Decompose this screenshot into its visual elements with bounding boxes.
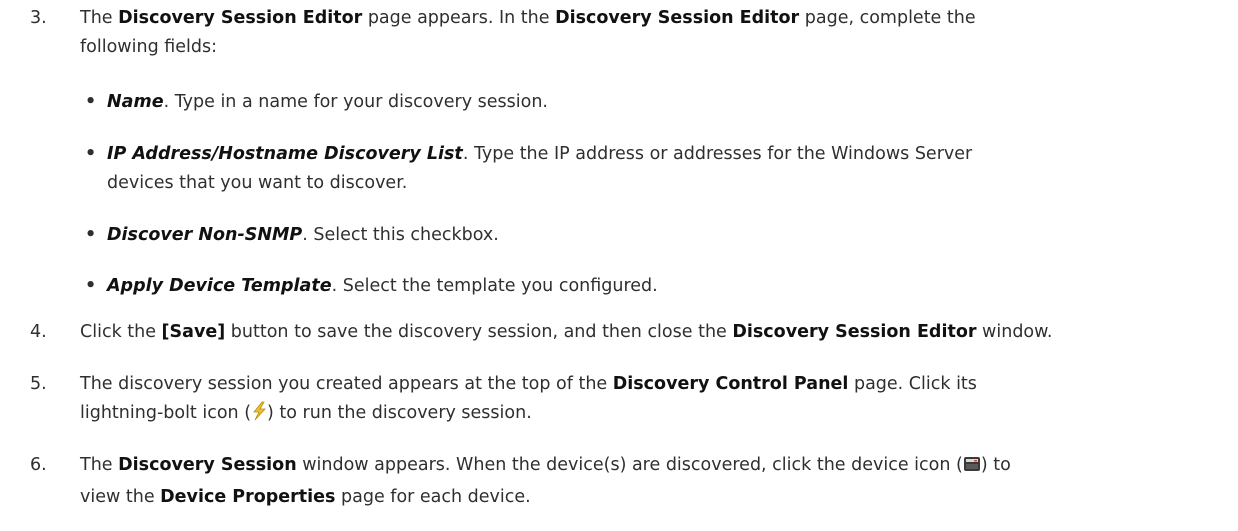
bullet-dot: • [85,276,97,296]
step-number: 6. [30,455,47,475]
text: The [80,8,119,28]
text: page. Click its [848,374,977,394]
text: view the [80,487,161,507]
step-text: The Discovery Session Editor page appear… [80,4,1200,62]
step-number: 3. [30,8,47,28]
step-number: 5. [30,374,47,394]
ui-term: Discovery Control Panel [612,374,849,394]
step-text: The Discovery Session window appears. Wh… [80,451,1200,512]
lightning-bolt-icon [251,401,267,431]
text: ) to [980,455,1011,475]
ui-term: Discovery Session Editor [555,8,800,28]
step-text: Click the [Save] button to save the disc… [80,318,1200,347]
text: The discovery session you created appear… [80,374,613,394]
text: following fields: [80,37,218,57]
text: page for each device. [335,487,531,507]
field-term: Name [107,92,164,112]
ui-term: [Save] [161,322,226,342]
text: page, complete the [799,8,976,28]
text: button to save the discovery session, an… [225,322,733,342]
text: The [80,455,119,475]
ui-term: Discovery Session Editor [118,8,363,28]
bullet-item: • IP Address/Hostname Discovery List. Ty… [85,140,1207,198]
text: ) to run the discovery session. [267,403,532,423]
document-page: 3. The Discovery Session Editor page app… [0,0,1238,531]
text: page appears. In the [362,8,556,28]
bullet-dot: • [85,92,97,112]
field-term: IP Address/Hostname Discovery List [107,144,463,164]
field-desc: devices that you want to discover. [107,173,408,193]
step-number: 4. [30,322,47,342]
bullet-dot: • [85,225,97,245]
field-desc: . Type in a name for your discovery sess… [163,92,548,112]
field-term: Apply Device Template [107,276,332,296]
ui-term: Discovery Session [118,455,297,475]
bullet-item: • Apply Device Template. Select the temp… [85,272,1207,301]
text: lightning-bolt icon ( [80,403,252,423]
text: window appears. When the device(s) are d… [296,455,963,475]
text: Click the [80,322,162,342]
bullet-item: • Name. Type in a name for your discover… [85,88,1207,117]
device-icon [963,454,981,483]
bullet-dot: • [85,144,97,164]
ui-term: Device Properties [160,487,336,507]
field-desc: . Select the template you configured. [331,276,658,296]
ui-term: Discovery Session Editor [732,322,977,342]
step-text: The discovery session you created appear… [80,370,1200,431]
bullet-item: • Discover Non-SNMP. Select this checkbo… [85,221,1207,250]
field-desc: . Type the IP address or addresses for t… [462,144,973,164]
field-term: Discover Non-SNMP [107,225,303,245]
text: window. [976,322,1053,342]
field-desc: . Select this checkbox. [302,225,499,245]
